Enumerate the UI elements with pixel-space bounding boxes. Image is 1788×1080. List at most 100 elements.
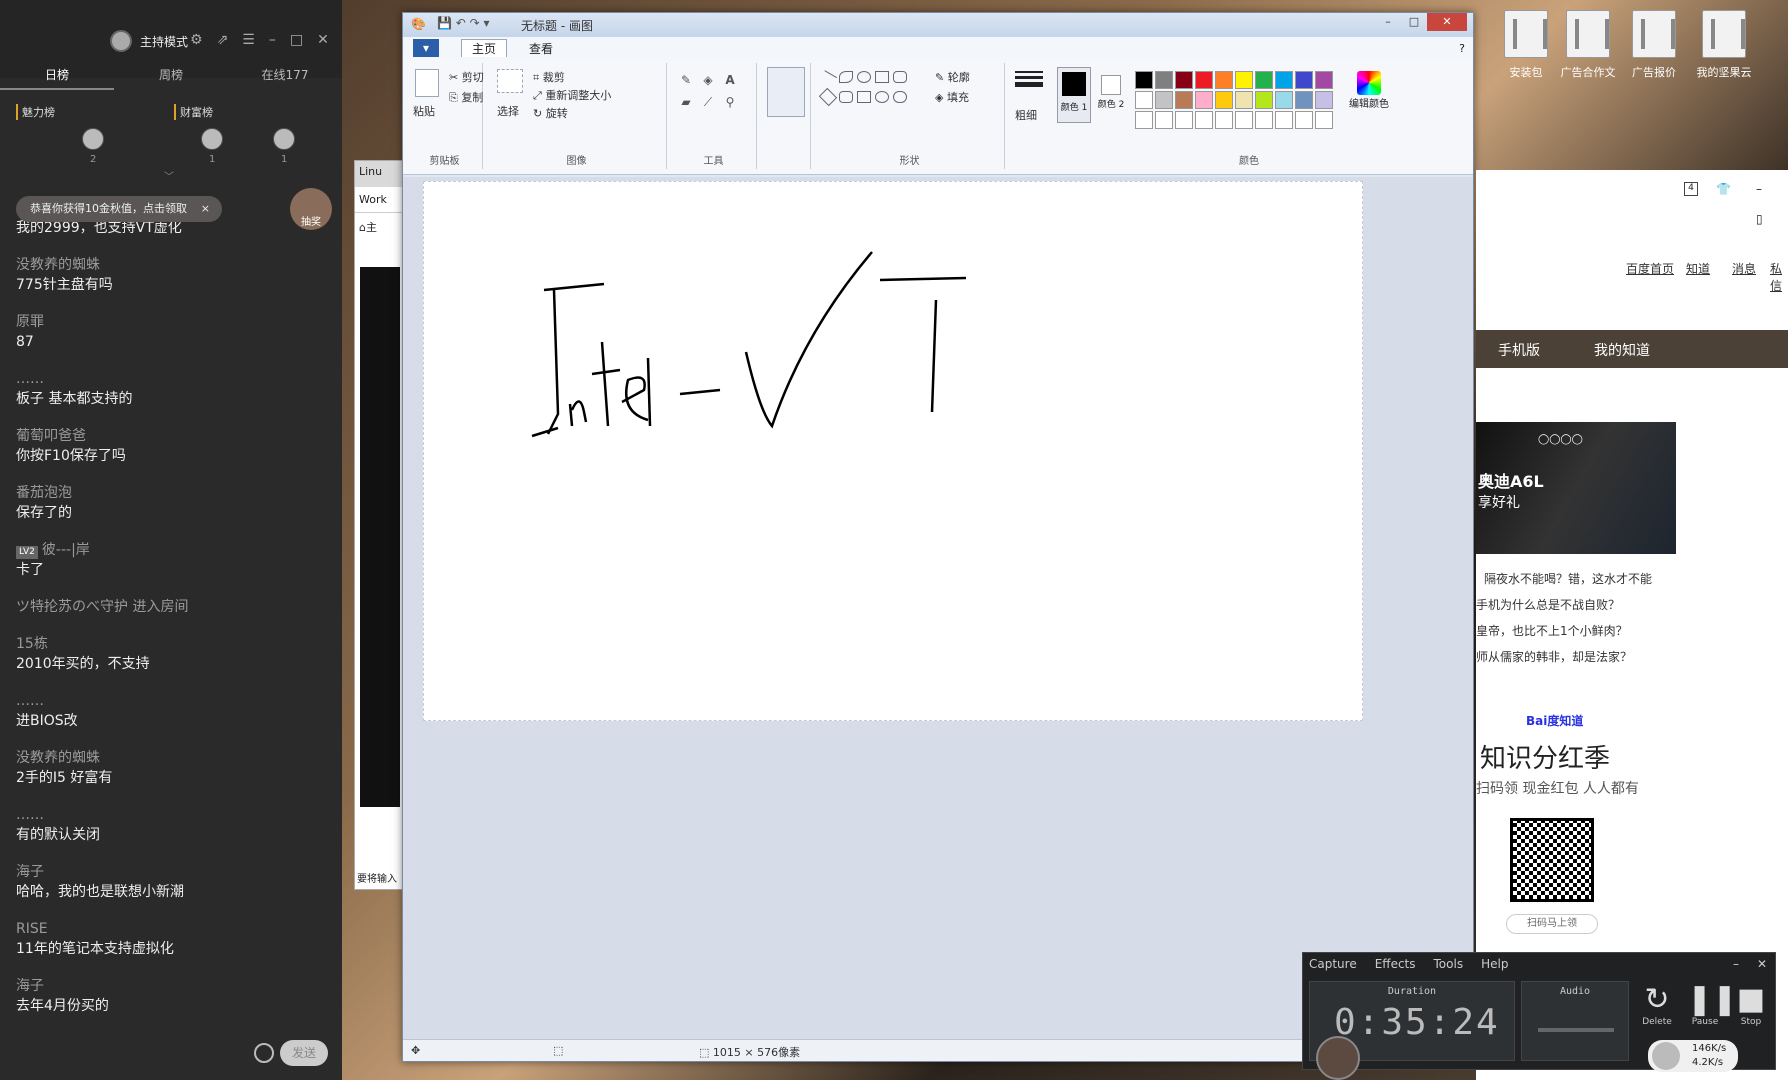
message-user[interactable]: 番茄泡泡: [16, 483, 326, 503]
hexagon-shape-icon[interactable]: [839, 91, 853, 103]
pencil-icon[interactable]: ✎: [679, 73, 693, 87]
link-private-msg[interactable]: 私信: [1770, 260, 1788, 294]
color-swatch[interactable]: [1155, 91, 1173, 109]
desktop-icon-nutstore[interactable]: 我的坚果云: [1684, 10, 1764, 80]
color-swatch[interactable]: [1275, 71, 1293, 89]
color-swatch[interactable]: [1175, 111, 1193, 129]
color-swatch[interactable]: [1255, 111, 1273, 129]
edit-colors-button[interactable]: 编辑颜色: [1345, 71, 1393, 111]
line-shape-icon[interactable]: [818, 70, 838, 88]
color-swatch[interactable]: [1215, 71, 1233, 89]
message-user[interactable]: ツ特抡苏のべ守护 进入房间: [16, 597, 326, 617]
text-icon[interactable]: A: [723, 73, 737, 87]
drawing-canvas[interactable]: [423, 181, 1363, 721]
color-1-swatch[interactable]: 颜色 1: [1057, 67, 1091, 123]
menu-tools[interactable]: Tools: [1434, 957, 1464, 971]
color-swatch[interactable]: [1175, 91, 1193, 109]
question-link[interactable]: 皇帝，也比不上1个小鲜肉？: [1476, 622, 1628, 639]
close-icon[interactable]: ✕: [1757, 957, 1767, 971]
minimize-icon[interactable]: –: [1733, 957, 1739, 971]
menu-icon[interactable]: ☰: [242, 32, 255, 48]
arrow-shape-icon[interactable]: [857, 91, 871, 103]
avatar[interactable]: [273, 128, 295, 150]
stop-button[interactable]: ■ Stop: [1733, 983, 1769, 1028]
help-icon[interactable]: ?: [1459, 42, 1465, 55]
minimize-icon[interactable]: –: [1756, 182, 1762, 196]
link-zhidao[interactable]: 知道: [1686, 260, 1710, 277]
menu-effects[interactable]: Effects: [1375, 957, 1416, 971]
select-icon[interactable]: [497, 69, 523, 93]
size-button[interactable]: 粗细: [1015, 107, 1037, 123]
color-swatch[interactable]: [1235, 71, 1253, 89]
cut-button[interactable]: ✂ 剪切: [449, 69, 484, 85]
color-2-swatch[interactable]: 颜色 2: [1097, 73, 1125, 123]
size-icon[interactable]: [1015, 71, 1043, 87]
color-swatch[interactable]: [1155, 111, 1173, 129]
phone-icon[interactable]: ▯: [1756, 212, 1763, 226]
color-swatch[interactable]: [1195, 91, 1213, 109]
avatar[interactable]: [82, 128, 104, 150]
delete-button[interactable]: ↻ Delete: [1639, 983, 1675, 1028]
paste-icon[interactable]: [415, 69, 439, 97]
nav-my-zhidao[interactable]: 我的知道: [1594, 340, 1650, 360]
message-user[interactable]: 原罪: [16, 312, 326, 332]
minimize-icon[interactable]: –: [1375, 13, 1401, 31]
minimize-icon[interactable]: –: [269, 32, 276, 48]
color-swatch[interactable]: [1255, 91, 1273, 109]
close-icon[interactable]: ✕: [1427, 13, 1467, 31]
reward-notice[interactable]: 恭喜你获得10金秋值，点击领取 ×: [16, 196, 222, 222]
message-user[interactable]: 没教养的蜘蛛: [16, 748, 326, 768]
nav-mobile[interactable]: 手机版: [1498, 340, 1540, 360]
star-shape-icon[interactable]: [875, 91, 889, 103]
message-user[interactable]: 海子: [16, 976, 326, 996]
color-swatch[interactable]: [1235, 91, 1253, 109]
avatar[interactable]: [201, 128, 223, 150]
question-link[interactable]: 手机为什么总是不战自败？: [1476, 596, 1620, 613]
close-icon[interactable]: ×: [201, 196, 210, 222]
browser-tab[interactable]: Linu: [355, 161, 403, 187]
color-swatch[interactable]: [1295, 91, 1313, 109]
color-swatch[interactable]: [1315, 111, 1333, 129]
callout-shape-icon[interactable]: [893, 91, 907, 103]
message-user[interactable]: 没教养的蜘蛛: [16, 255, 326, 275]
maximize-icon[interactable]: □: [290, 32, 303, 48]
color-swatch[interactable]: [1155, 71, 1173, 89]
oval-shape-icon[interactable]: [857, 71, 871, 83]
message-user[interactable]: RISE: [16, 919, 326, 939]
paste-button[interactable]: 粘贴: [413, 103, 435, 119]
message-user[interactable]: 15栋: [16, 634, 326, 654]
color-swatch[interactable]: [1275, 91, 1293, 109]
emoji-icon[interactable]: [254, 1043, 274, 1063]
color-swatch[interactable]: [1135, 111, 1153, 129]
color-swatch[interactable]: [1135, 71, 1153, 89]
desktop-icon-ad-price[interactable]: 广告报价: [1614, 10, 1694, 80]
tab-count-icon[interactable]: 4: [1684, 182, 1698, 196]
lottery-button[interactable]: 抽奖: [290, 188, 332, 230]
shirt-icon[interactable]: 👕: [1716, 182, 1731, 196]
brush-icon[interactable]: [767, 67, 805, 117]
diamond-shape-icon[interactable]: [818, 87, 838, 107]
tab-weekly[interactable]: 周榜: [114, 66, 228, 90]
file-menu-button[interactable]: ▾: [413, 39, 440, 57]
message-user[interactable]: 葡萄叩爸爸: [16, 426, 326, 446]
quick-access-icon[interactable]: 💾 ↶ ↷ ▾: [437, 16, 490, 30]
tab-daily[interactable]: 日榜: [0, 66, 114, 90]
color-swatch[interactable]: [1175, 71, 1193, 89]
color-swatch[interactable]: [1235, 111, 1253, 129]
fill-icon[interactable]: ◈: [701, 73, 715, 87]
select-button[interactable]: 选择: [497, 103, 519, 119]
rotate-button[interactable]: ↻ 旋转: [533, 105, 568, 121]
color-swatch[interactable]: [1255, 71, 1273, 89]
copy-button[interactable]: ⎘ 复制: [449, 89, 483, 105]
send-button[interactable]: 发送: [280, 1040, 328, 1066]
background-browser-window[interactable]: Linu Work ⌂主 要将输入: [354, 160, 404, 890]
message-user[interactable]: ……: [16, 691, 326, 711]
color-picker-icon[interactable]: ⟋: [701, 95, 715, 109]
color-swatch[interactable]: [1215, 91, 1233, 109]
fill-button[interactable]: ◈ 填充: [935, 89, 969, 105]
settings-icon[interactable]: ⚙: [190, 32, 203, 48]
paint-app-icon[interactable]: 🎨: [411, 17, 426, 31]
link-baidu-home[interactable]: 百度首页: [1626, 260, 1674, 277]
crop-button[interactable]: ⌗ 裁剪: [533, 69, 565, 85]
popout-icon[interactable]: ⇗: [217, 32, 229, 48]
